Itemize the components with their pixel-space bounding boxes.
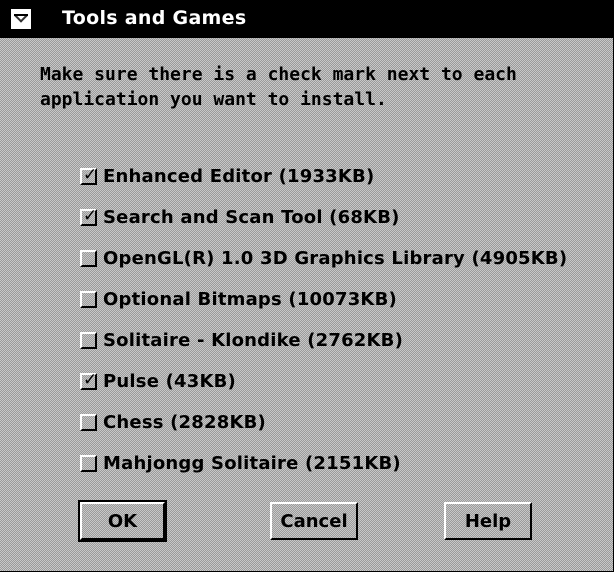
checkbox-label: Optional Bitmaps (10073KB) [103, 288, 397, 310]
system-menu-icon[interactable] [10, 8, 32, 30]
tools-and-games-dialog: Tools and Games Make sure there is a che… [0, 0, 614, 572]
check-mark-icon: ✓ [83, 369, 98, 390]
checkbox-item-mahjongg-solitaire[interactable]: Mahjongg Solitaire (2151KB) [80, 449, 401, 477]
instructions-line-1: Make sure there is a check mark next to … [40, 64, 517, 85]
checkbox-item-solitaire-klondike[interactable]: Solitaire - Klondike (2762KB) [80, 326, 403, 354]
help-button[interactable]: Help [444, 502, 532, 540]
checkbox-item-enhanced-editor[interactable]: ✓ Enhanced Editor (1933KB) [80, 162, 374, 190]
checkbox-label: Pulse (43KB) [103, 370, 236, 392]
checkbox-label: Enhanced Editor (1933KB) [103, 165, 375, 187]
checkbox-label: Mahjongg Solitaire (2151KB) [103, 452, 401, 474]
check-mark-icon: ✓ [83, 164, 98, 185]
checkbox[interactable] [80, 331, 97, 349]
checkbox-label: Search and Scan Tool (68KB) [103, 206, 400, 228]
checkbox[interactable] [80, 454, 97, 472]
checkbox-label: Solitaire - Klondike (2762KB) [103, 329, 404, 351]
checkbox[interactable]: ✓ [80, 369, 98, 390]
checkbox-item-opengl[interactable]: OpenGL(R) 1.0 3D Graphics Library (4905K… [80, 244, 567, 272]
checkbox[interactable]: ✓ [80, 205, 98, 226]
checkbox[interactable]: ✓ [80, 164, 98, 185]
checkbox-label: Chess (2828KB) [103, 411, 266, 433]
checkbox[interactable] [80, 249, 97, 267]
checkbox-item-search-and-scan[interactable]: ✓ Search and Scan Tool (68KB) [80, 203, 400, 231]
checkbox[interactable] [80, 290, 97, 308]
cancel-button[interactable]: Cancel [270, 502, 358, 540]
instructions-text: Make sure there is a check mark next to … [40, 62, 580, 112]
title-bar[interactable]: Tools and Games [0, 0, 613, 38]
check-mark-icon: ✓ [83, 205, 98, 226]
checkbox-item-chess[interactable]: Chess (2828KB) [80, 408, 266, 436]
checkbox[interactable] [80, 413, 97, 431]
instructions-line-2: application you want to install. [40, 89, 387, 110]
checkbox-item-pulse[interactable]: ✓ Pulse (43KB) [80, 367, 236, 395]
checkbox-item-optional-bitmaps[interactable]: Optional Bitmaps (10073KB) [80, 285, 397, 313]
ok-button[interactable]: OK [78, 500, 167, 542]
checkbox-label: OpenGL(R) 1.0 3D Graphics Library (4905K… [103, 247, 568, 269]
window-title: Tools and Games [62, 7, 247, 29]
